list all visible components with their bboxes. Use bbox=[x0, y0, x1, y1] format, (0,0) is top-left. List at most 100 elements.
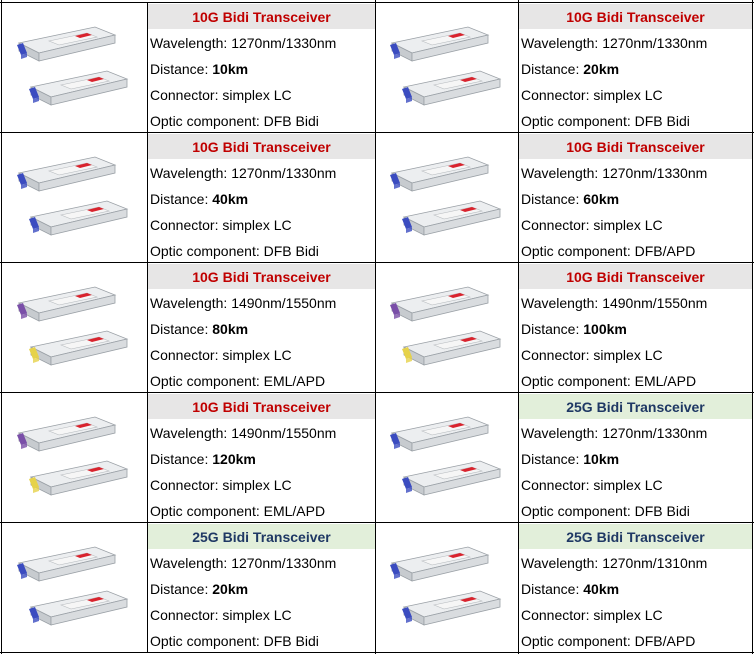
product-image bbox=[376, 393, 519, 523]
spec-value: DFB/APD bbox=[634, 633, 696, 649]
row-divider bbox=[0, 132, 754, 133]
spec-label: Connector: bbox=[521, 87, 594, 103]
sfp-module-icon bbox=[17, 546, 117, 582]
spec-value: simplex LC bbox=[593, 347, 663, 363]
spec-value: 120km bbox=[212, 451, 256, 467]
sfp-module-icon bbox=[17, 286, 117, 322]
wavelength-spec: Wavelength: 1490nm/1550nm bbox=[148, 289, 375, 315]
product-specs: 25G Bidi Transceiver Wavelength: 1270nm/1… bbox=[519, 523, 752, 653]
spec-label: Connector: bbox=[150, 607, 223, 623]
optic-component-spec: Optic component: EML/APD bbox=[519, 367, 752, 393]
spec-label: Optic component: bbox=[521, 633, 635, 649]
spec-label: Optic component: bbox=[150, 503, 264, 519]
spec-label: Distance: bbox=[521, 581, 584, 597]
spec-value: 40km bbox=[583, 581, 620, 597]
distance-spec: Distance: 10km bbox=[148, 55, 375, 81]
connector-spec: Connector: simplex LC bbox=[519, 601, 752, 627]
distance-spec: Distance: 120km bbox=[148, 445, 375, 471]
spec-label: Distance: bbox=[150, 61, 213, 77]
optic-component-spec: Optic component: EML/APD bbox=[148, 367, 375, 393]
spec-label: Optic component: bbox=[150, 113, 264, 129]
spec-label: Wavelength: bbox=[150, 165, 232, 181]
product-image bbox=[376, 523, 519, 653]
spec-value: simplex LC bbox=[593, 607, 663, 623]
sfp-module-icon bbox=[390, 26, 490, 62]
connector-spec: Connector: simplex LC bbox=[148, 471, 375, 497]
spec-label: Distance: bbox=[521, 321, 584, 337]
spec-label: Wavelength: bbox=[150, 35, 232, 51]
spec-label: Optic component: bbox=[521, 373, 635, 389]
wavelength-spec: Wavelength: 1270nm/1330nm bbox=[148, 549, 375, 575]
sfp-module-icon bbox=[17, 416, 117, 452]
spec-value: 40km bbox=[212, 191, 249, 207]
spec-value: DFB Bidi bbox=[634, 113, 690, 129]
spec-value: DFB Bidi bbox=[263, 113, 319, 129]
spec-label: Connector: bbox=[150, 87, 223, 103]
spec-label: Optic component: bbox=[150, 373, 264, 389]
product-image bbox=[2, 133, 148, 263]
spec-label: Distance: bbox=[150, 321, 213, 337]
optic-component-spec: Optic component: DFB Bidi bbox=[148, 107, 375, 133]
spec-value: simplex LC bbox=[222, 607, 292, 623]
product-image bbox=[2, 3, 148, 133]
connector-spec: Connector: simplex LC bbox=[519, 471, 752, 497]
transceiver-spec-grid: 10G Bidi Transceiver Wavelength: 1270nm/1… bbox=[0, 0, 754, 654]
product-image bbox=[376, 133, 519, 263]
spec-label: Wavelength: bbox=[150, 555, 232, 571]
spec-value: DFB/APD bbox=[634, 243, 696, 259]
product-title: 10G Bidi Transceiver bbox=[148, 3, 375, 29]
column-divider bbox=[518, 0, 519, 654]
spec-value: simplex LC bbox=[593, 477, 663, 493]
sfp-module-icon bbox=[17, 26, 117, 62]
spec-label: Connector: bbox=[521, 347, 594, 363]
spec-value: 1270nm/1330nm bbox=[231, 35, 337, 51]
wavelength-spec: Wavelength: 1270nm/1330nm bbox=[148, 159, 375, 185]
wavelength-spec: Wavelength: 1270nm/1330nm bbox=[148, 29, 375, 55]
optic-component-spec: Optic component: DFB Bidi bbox=[148, 237, 375, 263]
spec-value: simplex LC bbox=[222, 217, 292, 233]
product-specs: 10G Bidi Transceiver Wavelength: 1270nm/1… bbox=[519, 3, 752, 133]
spec-value: 1270nm/1330nm bbox=[231, 165, 337, 181]
row-divider bbox=[0, 652, 754, 653]
optic-component-spec: Optic component: DFB/APD bbox=[519, 237, 752, 263]
connector-spec: Connector: simplex LC bbox=[148, 81, 375, 107]
spec-label: Distance: bbox=[521, 451, 584, 467]
distance-spec: Distance: 10km bbox=[519, 445, 752, 471]
spec-label: Distance: bbox=[521, 61, 584, 77]
spec-label: Wavelength: bbox=[521, 35, 603, 51]
connector-spec: Connector: simplex LC bbox=[519, 341, 752, 367]
sfp-module-icon bbox=[390, 546, 490, 582]
spec-label: Distance: bbox=[150, 581, 213, 597]
spec-label: Optic component: bbox=[521, 113, 635, 129]
spec-label: Wavelength: bbox=[150, 425, 232, 441]
spec-value: 1490nm/1550nm bbox=[231, 295, 337, 311]
wavelength-spec: Wavelength: 1270nm/1330nm bbox=[519, 29, 752, 55]
optic-component-spec: Optic component: EML/APD bbox=[148, 497, 375, 523]
spec-label: Optic component: bbox=[521, 243, 635, 259]
spec-value: 20km bbox=[583, 61, 620, 77]
sfp-module-icon bbox=[390, 156, 490, 192]
spec-label: Wavelength: bbox=[150, 295, 232, 311]
connector-spec: Connector: simplex LC bbox=[148, 211, 375, 237]
sfp-module-icon bbox=[402, 330, 502, 366]
product-title: 10G Bidi Transceiver bbox=[519, 133, 752, 159]
column-divider bbox=[375, 0, 376, 654]
distance-spec: Distance: 20km bbox=[148, 575, 375, 601]
spec-value: simplex LC bbox=[593, 217, 663, 233]
spec-label: Connector: bbox=[521, 607, 594, 623]
sfp-module-icon bbox=[17, 156, 117, 192]
spec-value: 1270nm/1310nm bbox=[602, 555, 708, 571]
spec-value: simplex LC bbox=[222, 477, 292, 493]
spec-value: 1270nm/1330nm bbox=[231, 555, 337, 571]
sfp-module-icon bbox=[29, 460, 129, 496]
row-divider bbox=[0, 2, 754, 3]
spec-value: 20km bbox=[212, 581, 249, 597]
spec-label: Optic component: bbox=[150, 633, 264, 649]
optic-component-spec: Optic component: DFB Bidi bbox=[519, 107, 752, 133]
product-title: 10G Bidi Transceiver bbox=[519, 3, 752, 29]
product-specs: 25G Bidi Transceiver Wavelength: 1270nm/1… bbox=[519, 393, 752, 523]
wavelength-spec: Wavelength: 1270nm/1310nm bbox=[519, 549, 752, 575]
product-image bbox=[376, 263, 519, 393]
product-title: 25G Bidi Transceiver bbox=[148, 523, 375, 549]
spec-value: 1270nm/1330nm bbox=[602, 165, 708, 181]
